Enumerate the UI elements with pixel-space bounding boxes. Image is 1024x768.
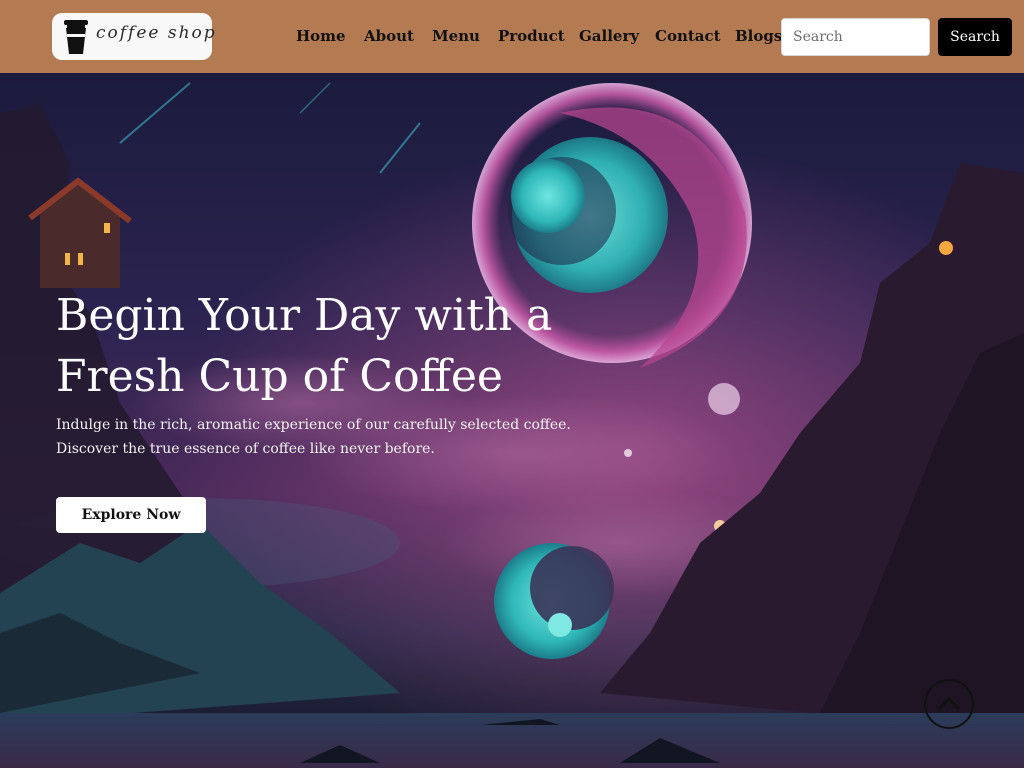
nav-link-menu[interactable]: Menu [432, 27, 480, 45]
chevron-up-icon [938, 697, 960, 710]
logo-text: coffee shop [96, 23, 217, 43]
logo[interactable]: coffee shop [52, 13, 215, 60]
hero-subtitle-line-1: Indulge in the rich, aromatic experience… [56, 417, 571, 433]
hero-subtitle: Indulge in the rich, aromatic experience… [56, 413, 596, 461]
hero-title-line-1: Begin Your Day with a [56, 290, 553, 341]
search-button[interactable]: Search [938, 18, 1012, 56]
hero-title: Begin Your Day with a Fresh Cup of Coffe… [56, 285, 616, 407]
explore-now-button[interactable]: Explore Now [56, 497, 206, 533]
nav-link-blogs[interactable]: Blogs [735, 27, 782, 45]
coffee-cup-icon [64, 20, 88, 54]
hero-subtitle-line-2: Discover the true essence of coffee like… [56, 441, 435, 457]
nav-link-home[interactable]: Home [296, 27, 346, 45]
search-input[interactable] [781, 18, 930, 56]
hero-title-line-2: Fresh Cup of Coffee [56, 351, 503, 402]
scroll-to-top-button[interactable] [924, 679, 974, 729]
nav-link-product[interactable]: Product [498, 27, 565, 45]
nav-link-gallery[interactable]: Gallery [579, 27, 639, 45]
navbar: coffee shop Home About Menu Product Gall… [0, 0, 1024, 73]
hero-section: Begin Your Day with a Fresh Cup of Coffe… [0, 73, 1024, 768]
nav-link-about[interactable]: About [364, 27, 414, 45]
nav-link-contact[interactable]: Contact [655, 27, 721, 45]
